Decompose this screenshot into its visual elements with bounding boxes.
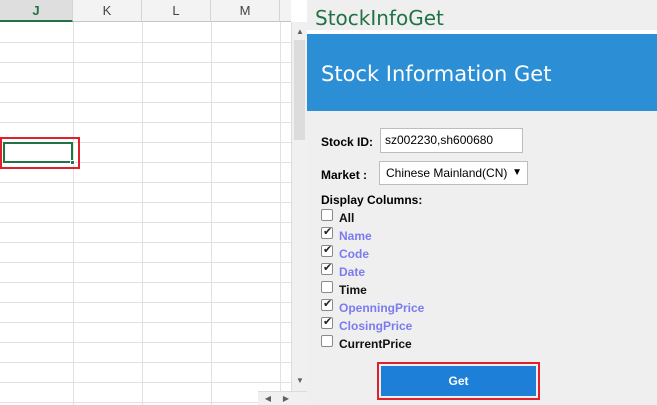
- grid-line: [0, 342, 291, 343]
- fill-handle[interactable]: [70, 160, 75, 165]
- grid-line: [0, 202, 291, 203]
- vertical-scrollbar[interactable]: ▲ ▼: [291, 22, 307, 391]
- scroll-down-icon[interactable]: ▼: [292, 373, 308, 389]
- task-pane: StockInfoGet Stock Information Get Stock…: [307, 0, 657, 405]
- checkbox-currentprice[interactable]: CurrentPrice: [321, 333, 412, 351]
- column-header-j[interactable]: J: [0, 0, 73, 22]
- selected-cell[interactable]: [3, 142, 75, 165]
- scroll-thumb[interactable]: [294, 40, 305, 140]
- grid-line: [0, 262, 291, 263]
- checkbox-box[interactable]: [321, 209, 333, 221]
- grid-line: [0, 322, 291, 323]
- spreadsheet-grid[interactable]: J K L M: [0, 0, 291, 405]
- checkbox-closingprice[interactable]: ClosingPrice: [321, 315, 413, 333]
- grid-line: [73, 22, 74, 405]
- grid-line: [0, 222, 291, 223]
- column-header-m[interactable]: M: [211, 0, 280, 22]
- checkbox-box[interactable]: [321, 261, 333, 275]
- display-columns-label: Display Columns:: [321, 193, 423, 207]
- checkbox-label: All: [339, 211, 355, 225]
- scroll-corner: [291, 0, 307, 22]
- grid-line: [0, 82, 291, 83]
- scroll-right-icon[interactable]: ▶: [278, 392, 294, 405]
- grid-line: [0, 362, 291, 363]
- column-header-l[interactable]: L: [142, 0, 211, 22]
- checkbox-label: OpenningPrice: [339, 301, 425, 315]
- checkbox-code[interactable]: Code: [321, 243, 369, 261]
- grid-line: [0, 122, 291, 123]
- scroll-left-icon[interactable]: ◀: [260, 392, 276, 405]
- market-selected-value: Chinese Mainland(CN): [386, 166, 508, 180]
- grid-line: [0, 102, 291, 103]
- grid-line: [0, 402, 291, 403]
- grid-line: [0, 302, 291, 303]
- checkbox-box[interactable]: [321, 225, 333, 239]
- market-label: Market :: [321, 168, 368, 182]
- grid-line: [0, 242, 291, 243]
- horizontal-scrollbar[interactable]: ◀ ▶: [258, 391, 307, 405]
- grid-line: [0, 42, 291, 43]
- market-select[interactable]: Chinese Mainland(CN) ▼: [379, 161, 528, 185]
- checkbox-label: Date: [339, 265, 366, 279]
- checkbox-label: Name: [339, 229, 372, 243]
- chevron-down-icon[interactable]: ▼: [512, 162, 522, 184]
- checkbox-label: Time: [339, 283, 367, 297]
- grid-line: [0, 182, 291, 183]
- pane-title: StockInfoGet: [315, 6, 444, 30]
- checkbox-openningprice[interactable]: OpenningPrice: [321, 297, 425, 315]
- grid-line: [211, 22, 212, 405]
- grid-line: [0, 62, 291, 63]
- checkbox-box[interactable]: [321, 315, 333, 329]
- checkbox-box[interactable]: [321, 281, 333, 293]
- grid-line: [280, 22, 281, 405]
- checkbox-label: CurrentPrice: [339, 337, 412, 351]
- column-header-k[interactable]: K: [73, 0, 142, 22]
- grid-line: [0, 382, 291, 383]
- checkbox-date[interactable]: Date: [321, 261, 366, 279]
- scroll-up-icon[interactable]: ▲: [292, 24, 308, 40]
- column-header-partial: [280, 0, 291, 22]
- grid-line: [0, 282, 291, 283]
- checkbox-box[interactable]: [321, 335, 333, 347]
- banner-title: Stock Information Get: [321, 62, 552, 86]
- checkbox-time[interactable]: Time: [321, 279, 367, 297]
- stock-id-label: Stock ID:: [321, 135, 374, 149]
- checkbox-name[interactable]: Name: [321, 225, 372, 243]
- checkbox-box[interactable]: [321, 243, 333, 257]
- get-button[interactable]: Get: [381, 366, 536, 396]
- checkbox-box[interactable]: [321, 297, 333, 311]
- checkbox-all[interactable]: All: [321, 207, 355, 225]
- checkbox-label: ClosingPrice: [339, 319, 413, 333]
- grid-line: [142, 22, 143, 405]
- stock-id-input[interactable]: sz002230,sh600680: [380, 128, 523, 153]
- checkbox-label: Code: [339, 247, 369, 261]
- banner: Stock Information Get: [307, 34, 657, 111]
